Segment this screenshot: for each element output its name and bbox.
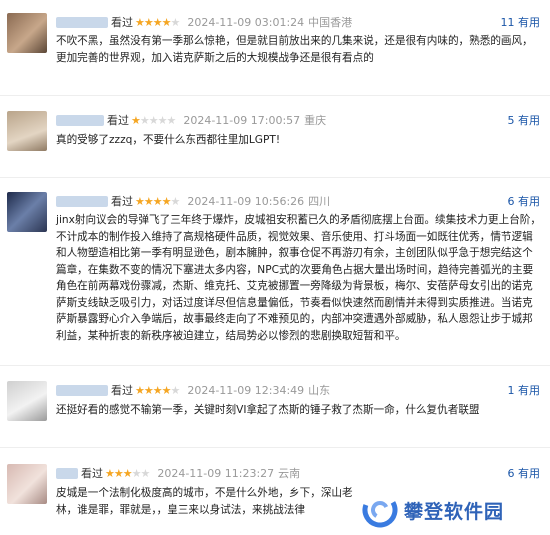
- avatar[interactable]: [7, 13, 47, 53]
- review-text: 还挺好看的感觉不输第一季，关键时刻VI拿起了杰斯的锤子救了杰斯一命，什么复仇者联…: [56, 404, 480, 416]
- review-time: 2024-11-09 10:56:26: [187, 194, 305, 208]
- review-meta: 看过 ★★★★★ 2024-11-09 17:00:57 重庆: [56, 111, 326, 129]
- rating-stars: ★★★★★: [135, 383, 180, 397]
- avatar[interactable]: [7, 464, 47, 504]
- review-location: 山东: [308, 384, 331, 397]
- rating-stars: ★★★★★: [135, 15, 180, 29]
- review-item: 看过 ★★★★★ 2024-11-09 12:34:49 山东 1 有用 还挺好…: [0, 381, 550, 421]
- review-location: 四川: [308, 195, 331, 208]
- review-item: 看过 ★★★★★ 2024-11-09 17:00:57 重庆 5 有用 真的受…: [0, 111, 550, 151]
- review-time: 2024-11-09 11:23:27: [157, 466, 275, 480]
- watch-status: 看过: [111, 384, 133, 397]
- review-item: 看过 ★★★★★ 2024-11-09 10:56:26 四川 6 有用 jin…: [0, 192, 550, 342]
- username[interactable]: [56, 114, 104, 126]
- rating-stars: ★★★★★: [135, 194, 180, 208]
- avatar[interactable]: [7, 111, 47, 151]
- swirl-logo-icon: [362, 492, 398, 528]
- watch-status: 看过: [111, 195, 133, 208]
- watermark-text: 攀登软件园: [404, 500, 505, 523]
- review-text: 皮城是一个法制化极度高的城市，不是什么外地，乡下，深山老林，谁是罪，罪就是，，皇…: [56, 487, 353, 516]
- review-time: 2024-11-09 03:01:24: [187, 15, 305, 29]
- review-meta: 看过 ★★★★★ 2024-11-09 03:01:24 中国香港: [56, 13, 352, 31]
- review-time: 2024-11-09 12:34:49: [187, 383, 305, 397]
- watch-status: 看过: [107, 114, 129, 127]
- avatar[interactable]: [7, 381, 47, 421]
- rating-stars: ★★★★★: [105, 466, 150, 480]
- review-location: 中国香港: [308, 16, 353, 29]
- useful-vote-button[interactable]: 1 有用: [508, 381, 541, 399]
- review-meta: 看过 ★★★★★ 2024-11-09 11:23:27 云南: [56, 464, 300, 482]
- useful-vote-button[interactable]: 6 有用: [508, 464, 541, 482]
- username[interactable]: [56, 195, 108, 207]
- username[interactable]: [56, 384, 108, 396]
- review-time: 2024-11-09 17:00:57: [183, 113, 301, 127]
- watermark: 攀登软件园: [362, 488, 548, 532]
- divider: [0, 95, 550, 96]
- watch-status: 看过: [81, 467, 103, 480]
- review-location: 云南: [278, 467, 301, 480]
- review-meta: 看过 ★★★★★ 2024-11-09 10:56:26 四川: [56, 192, 330, 210]
- watch-status: 看过: [111, 16, 133, 29]
- review-meta: 看过 ★★★★★ 2024-11-09 12:34:49 山东: [56, 381, 330, 399]
- avatar[interactable]: [7, 192, 47, 232]
- divider: [0, 447, 550, 448]
- username[interactable]: [56, 16, 108, 28]
- review-text: jinx射向议会的导弹飞了三年终于爆炸，皮城祖安积蓄已久的矛盾彻底摆上台面。续集…: [56, 214, 541, 342]
- review-location: 重庆: [304, 114, 327, 127]
- useful-vote-button[interactable]: 5 有用: [508, 111, 541, 129]
- review-text: 不吹不黑，虽然没有第一季那么惊艳，但是就目前放出来的几集来说，还是很有内味的，熟…: [56, 35, 533, 64]
- rating-stars: ★★★★★: [131, 113, 176, 127]
- review-item: 看过 ★★★★★ 2024-11-09 03:01:24 中国香港 11 有用 …: [0, 13, 550, 73]
- useful-vote-button[interactable]: 6 有用: [508, 192, 541, 210]
- username[interactable]: [56, 467, 78, 479]
- review-text: 真的受够了zzzq，不要什么东西都往里加LGPT!: [56, 134, 281, 146]
- divider: [0, 365, 550, 366]
- divider: [0, 177, 550, 178]
- useful-vote-button[interactable]: 11 有用: [501, 13, 541, 31]
